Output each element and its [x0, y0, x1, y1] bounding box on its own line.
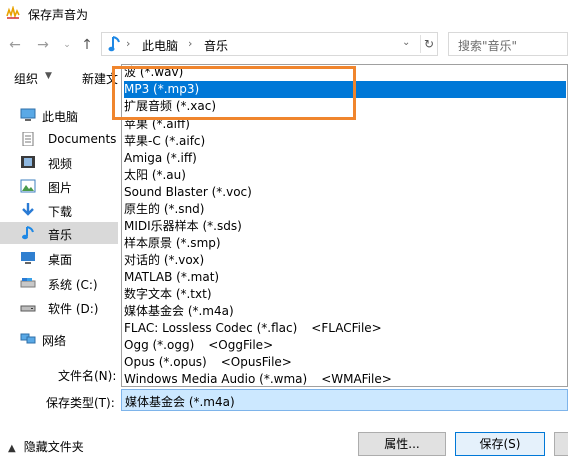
- annotation-highlight-box: [112, 66, 356, 120]
- filetype-option[interactable]: 苹果-C (*.aifc): [124, 133, 566, 150]
- hide-folders-toggle[interactable]: ▲ 隐藏文件夹: [8, 438, 84, 455]
- option-label: Opus (*.opus): [124, 355, 207, 369]
- up-arrow-icon[interactable]: ↑: [78, 36, 96, 54]
- filetype-selected-value: 媒体基金会 (*.m4a): [125, 395, 235, 409]
- filetype-option[interactable]: 媒体基金会 (*.m4a): [124, 303, 566, 320]
- sidebar-item-network[interactable]: 网络: [0, 328, 118, 350]
- sidebar-item-label: 图片: [48, 181, 73, 195]
- drive-icon: [20, 305, 36, 312]
- sidebar-item-label: 视频: [48, 157, 73, 171]
- option-label: 太阳 (*.au): [124, 168, 186, 182]
- filename-label: 文件名(N):: [58, 369, 117, 383]
- download-icon: [22, 203, 34, 216]
- option-label: 数字文本 (*.txt): [124, 287, 212, 301]
- sidebar-item-pictures[interactable]: 图片: [0, 175, 118, 197]
- video-icon: [21, 156, 35, 168]
- sidebar-item-label: 网络: [42, 334, 67, 348]
- navigation-pane: 此电脑 Documents 视频 图片 下载 音乐 桌面 系统 (C:) 软件 …: [0, 100, 118, 350]
- breadcrumb-separator-icon: ›: [126, 37, 131, 50]
- option-label: MATLAB (*.mat): [124, 270, 220, 284]
- option-label: MIDI乐器样本 (*.sds): [124, 219, 242, 233]
- sidebar-item-documents[interactable]: Documents: [0, 128, 118, 150]
- option-label: 对话的 (*.vox): [124, 253, 205, 267]
- recent-locations-chevron-icon[interactable]: ⌄: [58, 36, 76, 54]
- hide-folders-label: 隐藏文件夹: [23, 440, 84, 454]
- option-extension: <OpusFile>: [220, 355, 292, 369]
- sidebar-item-desktop[interactable]: 桌面: [0, 247, 118, 269]
- filetype-option[interactable]: MIDI乐器样本 (*.sds): [124, 218, 566, 235]
- breadcrumb-this-pc[interactable]: 此电脑: [142, 37, 178, 54]
- properties-button[interactable]: 属性...: [358, 432, 446, 456]
- sidebar-item-music[interactable]: 音乐: [0, 222, 118, 244]
- sidebar-item-drive-c[interactable]: 系统 (C:): [0, 272, 118, 294]
- chevron-up-icon: ▲: [8, 443, 16, 454]
- organize-caret-icon: ▼: [45, 71, 52, 81]
- option-label: FLAC: Lossless Codec (*.flac): [124, 321, 298, 335]
- desktop-icon: [21, 252, 35, 264]
- filetype-option[interactable]: FLAC: Lossless Codec (*.flac) <FLACFile>: [124, 320, 566, 337]
- sidebar-item-label: 软件 (D:): [48, 302, 99, 316]
- pictures-icon: [20, 179, 36, 193]
- sidebar-item-label: 音乐: [48, 228, 73, 242]
- music-icon: [22, 226, 34, 240]
- network-icon: [20, 333, 36, 344]
- filetype-option[interactable]: Opus (*.opus) <OpusFile>: [124, 354, 566, 371]
- address-bar[interactable]: › 此电脑 › 音乐 ⌄ ↻: [101, 32, 438, 56]
- option-extension: <OggFile>: [208, 338, 274, 352]
- sidebar-item-label: 此电脑: [42, 110, 79, 124]
- filetype-option[interactable]: 数字文本 (*.txt): [124, 286, 566, 303]
- sidebar-item-label: 下载: [48, 205, 73, 219]
- title-bar: 保存声音为: [0, 0, 568, 28]
- sidebar-item-drive-d[interactable]: 软件 (D:): [0, 296, 118, 318]
- sidebar-item-this-pc[interactable]: 此电脑: [0, 104, 118, 126]
- filetype-option[interactable]: 对话的 (*.vox): [124, 252, 566, 269]
- breadcrumb-music[interactable]: 音乐: [204, 37, 228, 54]
- option-label: 媒体基金会 (*.m4a): [124, 304, 234, 318]
- filetype-option[interactable]: 样本原景 (*.smp): [124, 235, 566, 252]
- option-extension: <WMAFile>: [321, 372, 392, 386]
- option-label: 样本原景 (*.smp): [124, 236, 221, 250]
- option-label: Windows Media Audio (*.wma): [124, 372, 308, 386]
- filetype-label: 保存类型(T):: [46, 396, 115, 410]
- navigation-bar: ← → ⌄ ↑ › 此电脑 › 音乐 ⌄ ↻ 搜索"音乐": [0, 30, 568, 60]
- option-label: Ogg (*.ogg): [124, 338, 195, 352]
- forward-arrow-icon[interactable]: →: [34, 36, 52, 54]
- filetype-option[interactable]: Amiga (*.iff): [124, 150, 566, 167]
- computer-icon: [20, 108, 36, 121]
- filetype-option[interactable]: Sound Blaster (*.voc): [124, 184, 566, 201]
- option-extension: <FLACFile>: [311, 321, 382, 335]
- option-label: Sound Blaster (*.voc): [124, 185, 252, 199]
- filetype-option[interactable]: 原生的 (*.snd): [124, 201, 566, 218]
- option-label: 原生的 (*.snd): [124, 202, 205, 216]
- search-input[interactable]: 搜索"音乐": [448, 32, 568, 56]
- audacity-app-icon: [6, 6, 20, 20]
- sidebar-item-videos[interactable]: 视频: [0, 151, 118, 173]
- cancel-button[interactable]: [554, 432, 568, 456]
- window-title: 保存声音为: [28, 8, 89, 22]
- sidebar-item-downloads[interactable]: 下载: [0, 199, 118, 221]
- option-label: Amiga (*.iff): [124, 151, 197, 165]
- refresh-icon[interactable]: ↻: [420, 35, 437, 53]
- address-dropdown-icon[interactable]: ⌄: [402, 37, 410, 48]
- filetype-option[interactable]: Windows Media Audio (*.wma) <WMAFile>: [124, 371, 566, 386]
- filetype-select[interactable]: 媒体基金会 (*.m4a): [121, 389, 568, 411]
- documents-icon: [22, 132, 34, 146]
- music-note-icon: [108, 36, 120, 52]
- filetype-option[interactable]: 太阳 (*.au): [124, 167, 566, 184]
- save-button[interactable]: 保存(S): [455, 432, 545, 456]
- breadcrumb-separator-icon: ›: [188, 37, 193, 50]
- organize-menu[interactable]: 组织: [14, 70, 38, 87]
- sidebar-item-label: 系统 (C:): [48, 278, 98, 292]
- option-label: 苹果-C (*.aifc): [124, 134, 206, 148]
- filetype-option[interactable]: Ogg (*.ogg) <OggFile>: [124, 337, 566, 354]
- back-arrow-icon[interactable]: ←: [6, 36, 24, 54]
- sidebar-item-label: 桌面: [48, 253, 73, 267]
- sidebar-item-label: Documents: [48, 132, 117, 146]
- filetype-option[interactable]: MATLAB (*.mat): [124, 269, 566, 286]
- drive-icon: [20, 278, 36, 288]
- search-placeholder: 搜索"音乐": [458, 39, 518, 53]
